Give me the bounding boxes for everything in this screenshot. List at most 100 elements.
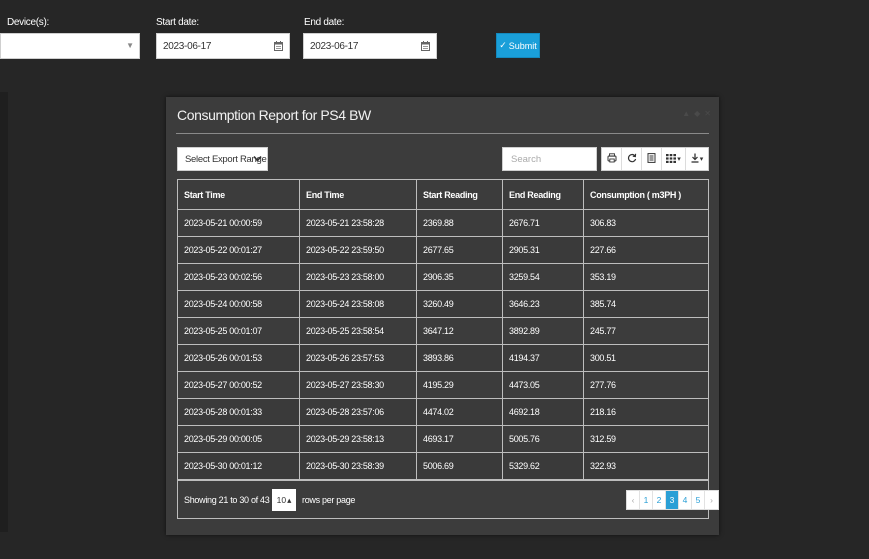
- table-cell: 277.76: [583, 371, 709, 399]
- page-button-3[interactable]: 3: [666, 491, 679, 509]
- chevron-down-icon: ▼: [126, 41, 134, 50]
- table-cell: 2023-05-24 00:00:58: [177, 290, 300, 318]
- column-header[interactable]: End Reading: [502, 179, 584, 210]
- table-cell: 2023-05-28 23:57:06: [299, 398, 417, 426]
- table-header-row: Start Time End Time Start Reading End Re…: [177, 179, 709, 210]
- page-button-1[interactable]: 1: [640, 491, 653, 509]
- close-icon[interactable]: ✕: [704, 109, 711, 118]
- calendar-icon[interactable]: [414, 34, 436, 58]
- columns-button[interactable]: ▾: [662, 148, 686, 170]
- table-cell: 2906.35: [416, 263, 503, 291]
- column-header[interactable]: Consumption ( m3PH ): [583, 179, 709, 210]
- start-date-field[interactable]: 2023-06-17: [156, 33, 290, 59]
- export-file-icon: [647, 153, 656, 165]
- table-cell: 2023-05-22 00:01:27: [177, 236, 300, 264]
- table-cell: 227.66: [583, 236, 709, 264]
- table-cell: 2023-05-25 23:58:54: [299, 317, 417, 345]
- prev-page-button[interactable]: ‹: [627, 491, 640, 509]
- caret-down-icon: ▾: [699, 156, 704, 163]
- end-date-value: 2023-06-17: [310, 41, 359, 52]
- table-cell: 2023-05-21 00:00:59: [177, 209, 300, 237]
- table-cell: 385.74: [583, 290, 709, 318]
- table-cell: 2677.65: [416, 236, 503, 264]
- refresh-icon: [627, 153, 637, 165]
- next-page-button[interactable]: ›: [705, 491, 718, 509]
- table-row: 2023-05-21 00:00:59 2023-05-21 23:58:28 23…: [177, 209, 709, 237]
- table-cell: 2023-05-24 23:58:08: [299, 290, 417, 318]
- table-cell: 2905.31: [502, 236, 584, 264]
- download-button[interactable]: ▾: [686, 148, 708, 170]
- table-row: 2023-05-28 00:01:33 2023-05-28 23:57:06 44…: [177, 398, 709, 426]
- table-cell: 322.93: [583, 452, 709, 480]
- table-cell: 3892.89: [502, 317, 584, 345]
- calendar-icon[interactable]: [267, 34, 289, 58]
- download-icon: [691, 153, 699, 165]
- export-range-select[interactable]: Select Export Range: [177, 147, 268, 171]
- end-date-field[interactable]: 2023-06-17: [303, 33, 437, 59]
- table-row: 2023-05-25 00:01:07 2023-05-25 23:58:54 36…: [177, 317, 709, 345]
- table-cell: 300.51: [583, 344, 709, 372]
- table-cell: 2369.88: [416, 209, 503, 237]
- page-button-4[interactable]: 4: [679, 491, 692, 509]
- page-size-value: 10: [276, 495, 287, 505]
- start-date-label: Start date:: [156, 17, 199, 28]
- table-cell: 2023-05-27 00:00:52: [177, 371, 300, 399]
- columns-grid-icon: [666, 153, 677, 165]
- table-row: 2023-05-23 00:02:56 2023-05-23 23:58:00 29…: [177, 263, 709, 291]
- table-cell: 312.59: [583, 425, 709, 453]
- caret-down-icon: ▾: [677, 156, 681, 163]
- table-cell: 245.77: [583, 317, 709, 345]
- collapse-icon[interactable]: ▲: [682, 109, 690, 118]
- table-cell: 2023-05-25 00:01:07: [177, 317, 300, 345]
- table-cell: 3647.12: [416, 317, 503, 345]
- page-title: Consumption Report for PS4 BW: [177, 107, 371, 123]
- table-cell: 3260.49: [416, 290, 503, 318]
- table-row: 2023-05-30 00:01:12 2023-05-30 23:58:39 50…: [177, 452, 709, 480]
- table-cell: 2023-05-22 23:59:50: [299, 236, 417, 264]
- column-header[interactable]: Start Time: [177, 179, 300, 210]
- table-cell: 4195.29: [416, 371, 503, 399]
- table-cell: 4473.05: [502, 371, 584, 399]
- chevron-down-icon: [253, 153, 262, 167]
- print-button[interactable]: [602, 148, 622, 170]
- table-cell: 2676.71: [502, 209, 584, 237]
- table-cell: 353.19: [583, 263, 709, 291]
- page-button-5[interactable]: 5: [692, 491, 705, 509]
- print-icon: [607, 153, 617, 165]
- refresh-button[interactable]: [622, 148, 642, 170]
- submit-button[interactable]: ✓ Submit: [496, 33, 540, 58]
- device-select[interactable]: ▼: [0, 33, 140, 59]
- table-cell: 4692.18: [502, 398, 584, 426]
- table-cell: 5006.69: [416, 452, 503, 480]
- column-header[interactable]: End Time: [299, 179, 417, 210]
- column-header[interactable]: Start Reading: [416, 179, 503, 210]
- table-cell: 2023-05-26 00:01:53: [177, 344, 300, 372]
- table-cell: 4693.17: [416, 425, 503, 453]
- table-cell: 2023-05-30 00:01:12: [177, 452, 300, 480]
- table-cell: 5005.76: [502, 425, 584, 453]
- expand-icon[interactable]: ◆: [694, 109, 700, 118]
- table-cell: 218.16: [583, 398, 709, 426]
- table-cell: 2023-05-29 23:58:13: [299, 425, 417, 453]
- table-row: 2023-05-24 00:00:58 2023-05-24 23:58:08 32…: [177, 290, 709, 318]
- table-cell: 3893.86: [416, 344, 503, 372]
- table-cell: 2023-05-29 00:00:05: [177, 425, 300, 453]
- report-panel: Consumption Report for PS4 BW ▲ ◆ ✕ Sele…: [166, 97, 719, 535]
- page-button-2[interactable]: 2: [653, 491, 666, 509]
- pagination-bar: Showing 21 to 30 of 43 rows 10 ▴ rows pe…: [177, 480, 719, 519]
- per-page-label: rows per page: [302, 495, 356, 505]
- end-date-label: End date:: [304, 17, 345, 28]
- search-input[interactable]: [502, 147, 597, 171]
- table-cell: 2023-05-27 23:58:30: [299, 371, 417, 399]
- sidebar-edge: [0, 92, 8, 532]
- check-icon: ✓: [499, 40, 507, 50]
- submit-button-label: Submit: [508, 40, 537, 51]
- export-file-button[interactable]: [642, 148, 662, 170]
- table-cell: 4474.02: [416, 398, 503, 426]
- table-toolbar: ▾ ▾: [601, 147, 709, 171]
- table-cell: 4194.37: [502, 344, 584, 372]
- table-row: 2023-05-22 00:01:27 2023-05-22 23:59:50 26…: [177, 236, 709, 264]
- table-cell: 3259.54: [502, 263, 584, 291]
- table-row: 2023-05-29 00:00:05 2023-05-29 23:58:13 46…: [177, 425, 709, 453]
- page-size-select[interactable]: 10 ▴: [272, 489, 296, 511]
